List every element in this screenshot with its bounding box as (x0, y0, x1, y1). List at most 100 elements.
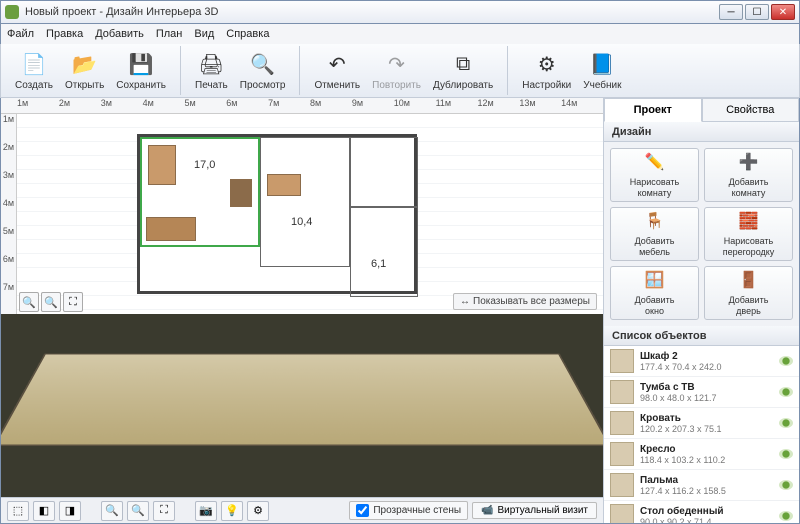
object-name: Кресло (640, 444, 779, 455)
tool-Учебник[interactable]: 📘Учебник (577, 46, 627, 95)
zoom-in-3d-button[interactable]: 🔍 (127, 501, 149, 521)
menubar: Файл Правка Добавить План Вид Справка (0, 24, 800, 44)
ruler-vertical: 1м2м3м4м5м6м7м (1, 114, 17, 314)
tool-label: Открыть (65, 80, 104, 91)
furniture-desk[interactable] (267, 174, 301, 196)
menu-0[interactable]: Файл (7, 28, 34, 40)
toolbar: 📄Создать📂Открыть💾Сохранить 🖨Печать 🔍 Просмо… (0, 44, 800, 98)
design-button-3[interactable]: 🧱Нарисоватьперегородку (704, 207, 793, 261)
visibility-toggle-icon[interactable] (779, 418, 793, 428)
menu-2[interactable]: Добавить (95, 28, 144, 40)
light-button[interactable]: 💡 (221, 501, 243, 521)
titlebar: Новый проект - Дизайн Интерьера 3D ─ ☐ ✕ (0, 0, 800, 24)
furniture-sofa[interactable] (146, 217, 196, 241)
zoom-fit-button[interactable]: ⛶ (63, 292, 83, 312)
transparent-walls-toggle[interactable]: Прозрачные стены (349, 501, 468, 520)
minimize-button[interactable]: ─ (719, 4, 743, 20)
tool-Повторить[interactable]: ↷Повторить (366, 46, 427, 95)
tool-label: Учебник (583, 80, 621, 91)
object-item-1[interactable]: Тумба с ТВ98.0 x 48.0 x 121.7 (604, 377, 799, 408)
object-list[interactable]: Шкаф 2177.4 x 70.4 x 242.0Тумба с ТВ98.0… (604, 346, 799, 523)
visibility-toggle-icon[interactable] (779, 480, 793, 490)
design-button-2[interactable]: 🪑 Добавитьмебель (610, 207, 699, 261)
furniture-chair[interactable] (230, 179, 252, 207)
object-dimensions: 127.4 x 116.2 x 158.5 (640, 486, 779, 496)
tool-Открыть[interactable]: 📂Открыть (59, 46, 110, 95)
tool-label: Отменить (314, 80, 360, 91)
bottom-toolbar: ⬚ ◧ ◨ 🔍 🔍 ⛶ 📷 💡 ⚙ Прозрачные стены 📹 Вир… (1, 497, 603, 523)
view-mode-button-1[interactable]: ⬚ (7, 501, 29, 521)
tool-icon: 💾 (127, 50, 155, 78)
object-name: Кровать (640, 413, 779, 424)
tool-Просмотр[interactable]: 🔍 Просмотр (234, 46, 292, 95)
virtual-visit-button[interactable]: 📹 Виртуальный визит (472, 502, 597, 519)
design-button-1[interactable]: ➕Добавитькомнату (704, 148, 793, 202)
room-1[interactable]: 17,0 (140, 137, 260, 247)
tool-label: Настройки (522, 80, 571, 91)
tool-Дублировать[interactable]: ⧉Дублировать (427, 46, 499, 95)
menu-1[interactable]: Правка (46, 28, 83, 40)
design-button-4[interactable]: 🪟Добавитьокно (610, 266, 699, 320)
visibility-toggle-icon[interactable] (779, 356, 793, 366)
design-icon: 🚪 (738, 270, 760, 292)
canvas-area: 1м2м3м4м5м6м7м8м9м10м11м12м13м14м 1м2м3м… (1, 98, 603, 523)
tool-label: Просмотр (240, 80, 286, 91)
tool-Печать[interactable]: 🖨Печать (189, 46, 234, 95)
object-item-4[interactable]: Пальма127.4 x 116.2 x 158.5 (604, 470, 799, 501)
render-3d[interactable] (1, 314, 603, 497)
design-label: Добавитьмебель (635, 236, 675, 257)
zoom-out-button[interactable]: 🔍 (19, 292, 39, 312)
sidebar-tabs: Проект Свойства (604, 98, 799, 122)
furniture-wardrobe[interactable] (148, 145, 176, 185)
zoom-fit-3d-button[interactable]: ⛶ (153, 501, 175, 521)
room-3[interactable]: 6,1 (350, 207, 418, 297)
object-item-2[interactable]: Кровать120.2 x 207.3 x 75.1 (604, 408, 799, 439)
menu-4[interactable]: Вид (194, 28, 214, 40)
object-thumbnail (610, 411, 634, 435)
visibility-toggle-icon[interactable] (779, 387, 793, 397)
view-mode-button-3[interactable]: ◨ (59, 501, 81, 521)
zoom-out-3d-button[interactable]: 🔍 (101, 501, 123, 521)
design-button-0[interactable]: ✏️Нарисоватькомнату (610, 148, 699, 202)
object-dimensions: 118.4 x 103.2 x 110.2 (640, 455, 779, 465)
room-1-label: 17,0 (192, 159, 217, 171)
object-item-5[interactable]: Стол обеденный90.0 x 90.2 x 71.4 (604, 501, 799, 523)
design-icon: ➕ (738, 152, 760, 174)
object-item-0[interactable]: Шкаф 2177.4 x 70.4 x 242.0 (604, 346, 799, 377)
floor-plan-2d[interactable]: 17,0 10,4 6,1 🔍 🔍 (17, 114, 603, 314)
design-panel-header: Дизайн (604, 122, 799, 142)
tab-properties[interactable]: Свойства (702, 98, 800, 122)
tool-Отменить[interactable]: ↶Отменить (308, 46, 366, 95)
tab-project[interactable]: Проект (604, 98, 702, 122)
tool-Создать[interactable]: 📄Создать (9, 46, 59, 95)
menu-3[interactable]: План (156, 28, 183, 40)
visibility-toggle-icon[interactable] (779, 511, 793, 521)
floor-outline[interactable]: 17,0 10,4 6,1 (137, 134, 417, 294)
snapshot-button[interactable]: 📷 (195, 501, 217, 521)
tool-Настройки[interactable]: ⚙Настройки (516, 46, 577, 95)
tool-icon: 🔍 (249, 50, 277, 78)
object-item-3[interactable]: Кресло118.4 x 103.2 x 110.2 (604, 439, 799, 470)
tool-icon: ⧉ (449, 50, 477, 78)
zoom-in-button[interactable]: 🔍 (41, 292, 61, 312)
settings-button[interactable]: ⚙ (247, 501, 269, 521)
object-dimensions: 120.2 x 207.3 x 75.1 (640, 424, 779, 434)
design-button-5[interactable]: 🚪Добавитьдверь (704, 266, 793, 320)
room-4[interactable] (350, 137, 418, 207)
close-button[interactable]: ✕ (771, 4, 795, 20)
menu-5[interactable]: Справка (226, 28, 269, 40)
view-mode-button-2[interactable]: ◧ (33, 501, 55, 521)
design-icon: ✏️ (644, 152, 666, 174)
room-2[interactable]: 10,4 (260, 137, 350, 267)
object-dimensions: 177.4 x 70.4 x 242.0 (640, 362, 779, 372)
tool-Сохранить[interactable]: 💾Сохранить (110, 46, 172, 95)
design-icon: 🪑 (644, 211, 666, 233)
ruler-horizontal: 1м2м3м4м5м6м7м8м9м10м11м12м13м14м (1, 98, 603, 114)
transparent-walls-checkbox[interactable] (356, 504, 369, 517)
show-dimensions-button[interactable]: ↔ Показывать все размеры (453, 293, 597, 310)
visibility-toggle-icon[interactable] (779, 449, 793, 459)
tool-label: Создать (15, 80, 53, 91)
object-dimensions: 98.0 x 48.0 x 121.7 (640, 393, 779, 403)
maximize-button[interactable]: ☐ (745, 4, 769, 20)
show-dimensions-label: Показывать все размеры (473, 296, 590, 307)
